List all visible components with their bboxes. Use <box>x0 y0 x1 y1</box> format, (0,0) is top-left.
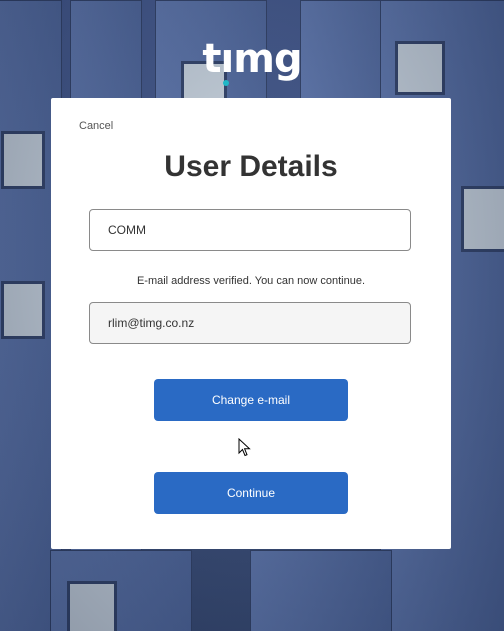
email-verified-message: E-mail address verified. You can now con… <box>136 275 366 287</box>
user-details-card: Cancel User Details E-mail address verif… <box>51 98 451 549</box>
company-field[interactable] <box>89 209 411 251</box>
email-field[interactable] <box>89 302 411 344</box>
continue-button[interactable]: Continue <box>154 472 348 514</box>
cancel-link[interactable]: Cancel <box>79 120 113 132</box>
mouse-cursor-icon <box>238 438 251 457</box>
page-title: User Details <box>164 150 338 183</box>
timg-logo: tı mg <box>0 36 504 86</box>
change-email-button[interactable]: Change e-mail <box>154 379 348 421</box>
